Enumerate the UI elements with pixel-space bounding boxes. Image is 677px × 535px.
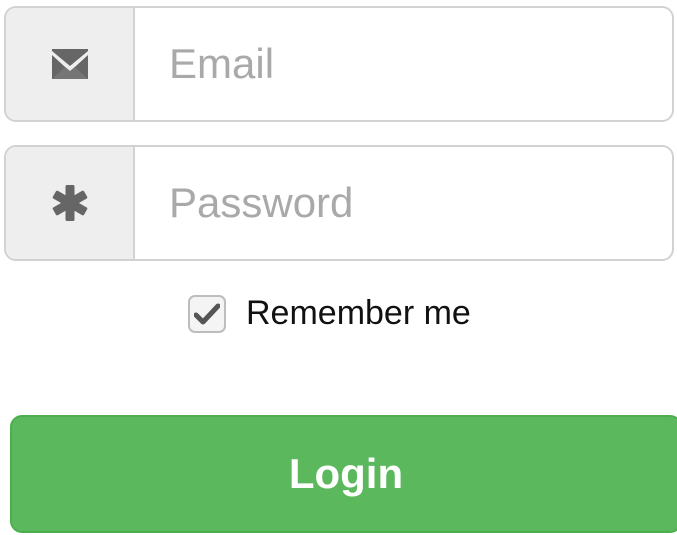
remember-me-option[interactable]: Remember me bbox=[188, 294, 471, 333]
password-field-group bbox=[4, 145, 674, 261]
checkmark-icon bbox=[194, 303, 220, 324]
email-addon bbox=[6, 8, 135, 120]
remember-me-checkbox[interactable] bbox=[188, 294, 226, 333]
password-addon bbox=[6, 147, 135, 259]
password-input[interactable] bbox=[135, 147, 672, 259]
envelope-icon bbox=[51, 49, 88, 79]
email-input[interactable] bbox=[135, 8, 672, 120]
login-button[interactable]: Login bbox=[10, 415, 677, 533]
email-field-group bbox=[4, 6, 674, 122]
asterisk-icon bbox=[52, 185, 87, 221]
remember-me-label: Remember me bbox=[246, 294, 471, 332]
